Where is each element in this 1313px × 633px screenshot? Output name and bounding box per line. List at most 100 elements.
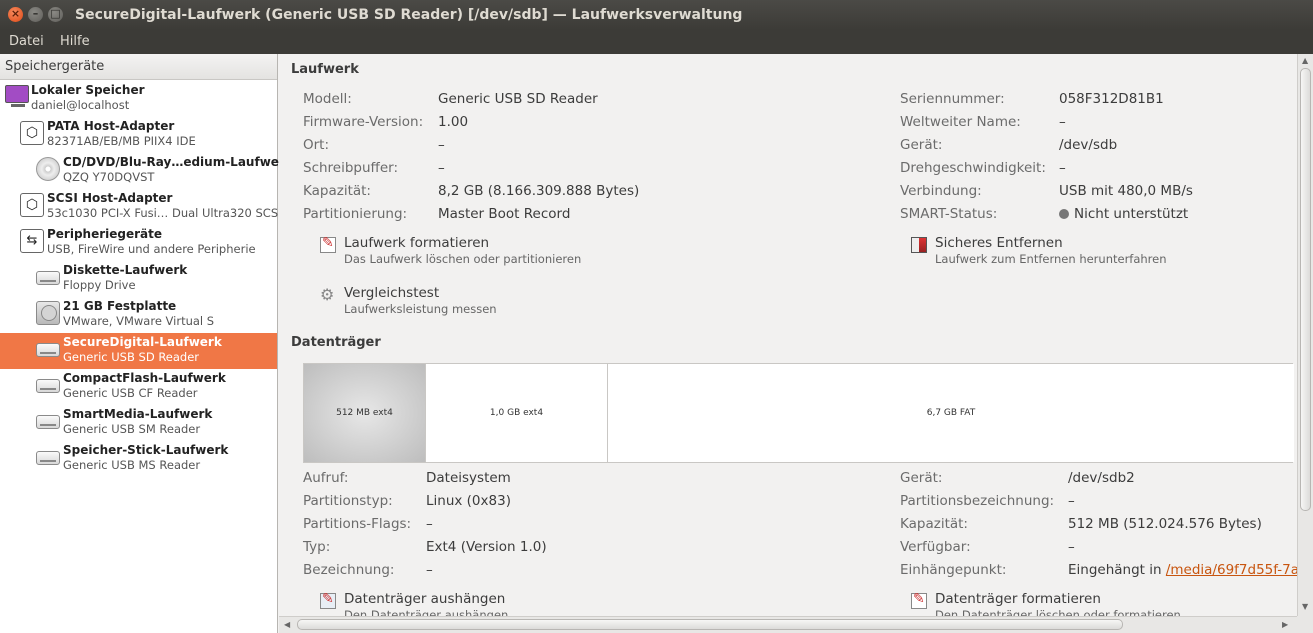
sidebar-item-subtitle: Floppy Drive (63, 278, 136, 292)
action-title: Datenträger formatieren (935, 591, 1101, 607)
format-drive-button[interactable]: Laufwerk formatieren Das Laufwerk lösche… (320, 235, 660, 271)
smart-status-value: Nicht unterstützt (1059, 206, 1188, 222)
location-value: – (438, 137, 445, 153)
sidebar-item-title: SCSI Host-Adapter (47, 191, 173, 205)
adapter-icon: ⬡ (20, 193, 44, 217)
sidebar-item-local-storage[interactable]: Lokaler Speicher daniel@localhost (0, 81, 277, 117)
menu-help[interactable]: Hilfe (59, 30, 91, 54)
sidebar-item-peripherals[interactable]: ⇆ Peripheriegeräte USB, FireWire und and… (0, 225, 277, 261)
usage-label: Aufruf: (303, 470, 349, 486)
sidebar-item-optical-drive[interactable]: CD/DVD/Blu-Ray…edium-Laufwerk QZQ Y70DQV… (0, 153, 293, 189)
partition-type-value: Linux (0x83) (426, 493, 511, 509)
unmount-volume-button[interactable]: Datenträger aushängen Den Datenträger au… (320, 591, 660, 616)
wwn-value: – (1059, 114, 1066, 130)
action-description: Den Datenträger löschen oder formatieren (935, 608, 1181, 616)
rotation-value: – (1059, 160, 1066, 176)
sidebar-item-harddisk[interactable]: 21 GB Festplatte VMware, VMware Virtual … (0, 297, 277, 333)
fs-label-label: Bezeichnung: (303, 562, 395, 578)
partition-type-label: Partitionstyp: (303, 493, 393, 509)
format-volume-action-clip: Datenträger formatieren Den Datenträger … (911, 591, 1251, 616)
sidebar-item-subtitle: Generic USB CF Reader (63, 386, 198, 400)
available-value: – (1068, 539, 1075, 555)
sidebar-item-scsi-adapter[interactable]: ⬡ SCSI Host-Adapter 53c1030 PCI-X Fusi… … (0, 189, 282, 225)
sidebar-item-memorystick-drive[interactable]: Speicher-Stick-Laufwerk Generic USB MS R… (0, 441, 277, 477)
location-label: Ort: (303, 137, 330, 153)
format-icon (911, 591, 927, 609)
scrollbar-corner (1297, 616, 1313, 633)
usb-icon: ⇆ (20, 229, 44, 253)
safe-remove-button[interactable]: Sicheres Entfernen Laufwerk zum Entferne… (911, 235, 1251, 271)
rotation-label: Drehgeschwindigkeit: (900, 160, 1046, 176)
partition-name-value: – (1068, 493, 1075, 509)
maximize-window-button[interactable]: □ (48, 7, 63, 22)
mount-point-link[interactable]: /media/69f7d55f-7a (1166, 562, 1297, 578)
volume-device-value: /dev/sdb2 (1068, 470, 1135, 486)
wwn-label: Weltweiter Name: (900, 114, 1021, 130)
drive-icon (36, 415, 60, 429)
window-titlebar: × – □ SecureDigital-Laufwerk (Generic US… (0, 0, 1313, 30)
unmount-icon (320, 591, 336, 609)
sidebar-item-compactflash-drive[interactable]: CompactFlash-Laufwerk Generic USB CF Rea… (0, 369, 277, 405)
action-description: Den Datenträger aushängen (344, 608, 509, 616)
sidebar-item-smartmedia-drive[interactable]: SmartMedia-Laufwerk Generic USB SM Reade… (0, 405, 277, 441)
format-icon (320, 235, 336, 253)
connection-label: Verbindung: (900, 183, 982, 199)
adapter-icon: ⬡ (20, 121, 44, 145)
scroll-up-arrow-icon[interactable]: ▲ (1302, 56, 1308, 65)
drive-icon (36, 271, 60, 285)
minimize-window-button[interactable]: – (28, 7, 43, 22)
benchmark-icon: ⚙ (320, 285, 335, 304)
volume-capacity-label: Kapazität: (900, 516, 968, 532)
fs-label-value: – (426, 562, 433, 578)
drive-icon (36, 379, 60, 393)
close-window-button[interactable]: × (8, 7, 23, 22)
partition-segment-1[interactable]: 512 MB ext4 (304, 364, 426, 462)
scroll-left-arrow-icon[interactable]: ◀ (284, 620, 290, 629)
serial-label: Seriennummer: (900, 91, 1005, 107)
fs-type-value: Ext4 (Version 1.0) (426, 539, 547, 555)
computer-icon (5, 85, 29, 107)
device-value: /dev/sdb (1059, 137, 1118, 153)
action-title: Vergleichstest (344, 285, 440, 301)
drive-section-title: Laufwerk (291, 62, 359, 77)
write-cache-value: – (438, 160, 445, 176)
partition-segment-3[interactable]: 6,7 GB FAT (608, 364, 1294, 462)
sidebar-item-subtitle: 53c1030 PCI-X Fusi… Dual Ultra320 SCSI (47, 206, 282, 220)
sidebar-item-title: Lokaler Speicher (31, 83, 145, 97)
scroll-down-arrow-icon[interactable]: ▼ (1302, 602, 1308, 611)
horizontal-scroll-thumb[interactable] (297, 619, 1123, 630)
partition-flags-label: Partitions-Flags: (303, 516, 412, 532)
action-title: Laufwerk formatieren (344, 235, 490, 251)
format-volume-button[interactable]: Datenträger formatieren Den Datenträger … (911, 591, 1251, 616)
sidebar-item-title: PATA Host-Adapter (47, 119, 175, 133)
sidebar-item-subtitle: daniel@localhost (31, 98, 130, 112)
vertical-scroll-thumb[interactable] (1300, 68, 1311, 511)
benchmark-button[interactable]: ⚙ Vergleichstest Laufwerksleistung messe… (320, 285, 660, 321)
action-description: Das Laufwerk löschen oder partitionieren (344, 252, 582, 266)
volume-device-label: Gerät: (900, 470, 943, 486)
vertical-scrollbar[interactable]: ▲ ▼ (1297, 54, 1313, 616)
safe-remove-icon (911, 237, 927, 253)
sidebar-item-title: 21 GB Festplatte (63, 299, 177, 313)
device-label: Gerät: (900, 137, 943, 153)
drive-icon (36, 451, 60, 465)
capacity-value: 8,2 GB (8.166.309.888 Bytes) (438, 183, 640, 199)
model-label: Modell: (303, 91, 352, 107)
sidebar-item-floppy-drive[interactable]: Diskette-Laufwerk Floppy Drive (0, 261, 277, 297)
sidebar-item-pata-adapter[interactable]: ⬡ PATA Host-Adapter 82371AB/EB/MB PIIX4 … (0, 117, 277, 153)
partition-segment-2[interactable]: 1,0 GB ext4 (426, 364, 608, 462)
sidebar-item-securedigital-drive[interactable]: SecureDigital-Laufwerk Generic USB SD Re… (0, 333, 277, 369)
horizontal-scrollbar[interactable]: ◀ ▶ (279, 616, 1297, 633)
optical-disc-icon (36, 157, 60, 181)
menu-file[interactable]: Datei (8, 30, 45, 54)
scroll-right-arrow-icon[interactable]: ▶ (1282, 620, 1288, 629)
volume-capacity-value: 512 MB (512.024.576 Bytes) (1068, 516, 1262, 532)
unmount-action-clip: Datenträger aushängen Den Datenträger au… (320, 591, 660, 616)
harddisk-icon (36, 301, 60, 325)
sidebar-item-title: Diskette-Laufwerk (63, 263, 188, 277)
capacity-label: Kapazität: (303, 183, 371, 199)
sidebar-item-subtitle: USB, FireWire und andere Peripherie (47, 242, 256, 256)
sidebar-item-title: SmartMedia-Laufwerk (63, 407, 213, 421)
mount-point-text: Eingehängt in (1068, 562, 1162, 578)
partitioning-label: Partitionierung: (303, 206, 408, 222)
